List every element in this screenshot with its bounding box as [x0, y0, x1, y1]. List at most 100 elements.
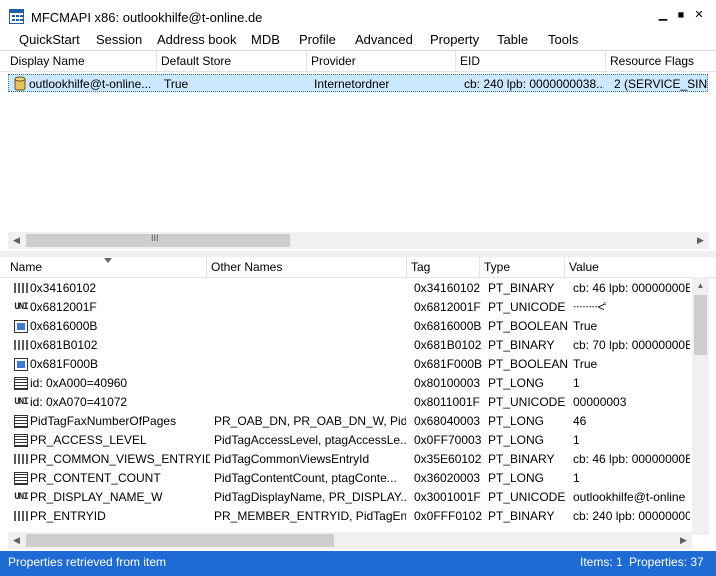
store-hscrollbar[interactable]: ◀ III ▶ [8, 232, 709, 249]
col-display-name[interactable]: Display Name [6, 51, 157, 71]
prop-name: 0x34160102 [30, 281, 97, 295]
prop-type: PT_LONG [488, 471, 545, 485]
prop-tag: 0x8011001F [414, 395, 480, 409]
property-hscrollbar[interactable]: ◀ ▶ [8, 532, 692, 549]
store-resource-flags: 2 (SERVICE_SINGL [614, 77, 707, 91]
prop-tag: 0x35E60102 [414, 452, 482, 466]
scroll-right-arrow-2[interactable]: ▶ [675, 532, 692, 549]
property-vscrollbar[interactable]: ▲ [692, 277, 709, 535]
unicode-type-icon: UNI [14, 302, 28, 312]
prop-type: PT_BINARY [488, 281, 555, 295]
col-resource-flags[interactable]: Resource Flags [606, 51, 716, 71]
col-default-store[interactable]: Default Store [157, 51, 307, 71]
table-row[interactable]: PR_ACCESS_LEVEL PidTagAccessLevel, ptagAc… [8, 431, 690, 450]
prop-name: 0x6812001F [30, 300, 97, 314]
scroll-left-arrow-2[interactable]: ◀ [8, 532, 25, 549]
table-row[interactable]: UNI 0x6812001F 0x6812001F PT_UNICODE ᐧᐧᐧᐧᐧᐧᐧ… [8, 298, 690, 317]
prop-value: True [573, 357, 598, 371]
binary-type-icon [14, 511, 28, 521]
menu-property[interactable]: Property [430, 32, 479, 47]
col-type[interactable]: Type [480, 257, 565, 277]
prop-tag: 0x36020003 [414, 471, 481, 485]
long-type-icon [14, 434, 28, 447]
prop-name: PR_CONTENT_COUNT [30, 471, 161, 485]
prop-type: PT_BOOLEAN [488, 357, 569, 371]
prop-tag: 0x0FF70003 [414, 433, 482, 447]
prop-type: PT_LONG [488, 376, 545, 390]
table-row[interactable]: 0x6816000B 0x6816000B PT_BOOLEAN True [8, 317, 690, 336]
scroll-left-arrow[interactable]: ◀ [8, 232, 25, 249]
prop-value: cb: 240 lpb: 0000000038 [573, 509, 690, 523]
scroll-thumb[interactable]: III [26, 233, 290, 247]
prop-value: cb: 46 lpb: 00000000E1 [573, 452, 690, 466]
binary-type-icon [14, 283, 28, 293]
menu-profile[interactable]: Profile [299, 32, 336, 47]
table-row[interactable]: PR_ENTRYID PR_MEMBER_ENTRYID, PidTagEnt..… [8, 507, 690, 526]
store-eid: cb: 240 lpb: 0000000038... [464, 77, 604, 91]
long-type-icon [14, 472, 28, 485]
menu-mdb[interactable]: MDB [251, 32, 280, 47]
scroll-right-arrow[interactable]: ▶ [692, 232, 709, 249]
prop-type: PT_BINARY [488, 452, 555, 466]
menu-session[interactable]: Session [96, 32, 142, 47]
status-bar: Properties retrieved from item Items: 1 … [0, 551, 716, 576]
col-provider[interactable]: Provider [307, 51, 456, 71]
long-type-icon [14, 377, 28, 390]
scroll-thumb-2[interactable] [26, 534, 334, 547]
table-row[interactable]: id: 0xA000=40960 0x80100003 PT_LONG 1 [8, 374, 690, 393]
vscroll-thumb[interactable] [694, 295, 707, 355]
prop-tag: 0x6816000B [414, 319, 482, 333]
maximize-button[interactable]: ◼ [674, 8, 688, 22]
boolean-type-icon [14, 320, 28, 333]
prop-value: ᐧᐧᐧᐧᐧᐧᐧᐧ˂ꜙ [573, 300, 605, 314]
prop-name: id: 0xA070=41072 [30, 395, 128, 409]
prop-other-names: PidTagDisplayName, PR_DISPLAY... [214, 490, 406, 504]
col-eid[interactable]: EID [456, 51, 606, 71]
prop-name: PR_DISPLAY_NAME_W [30, 490, 163, 504]
prop-value: cb: 46 lpb: 00000000E1 [573, 281, 690, 295]
table-row[interactable]: 0x681B0102 0x681B0102 PT_BINARY cb: 70 lpb:… [8, 336, 690, 355]
minimize-button[interactable]: ▁ [656, 8, 670, 22]
prop-name: PR_ENTRYID [30, 509, 106, 523]
boolean-type-icon [14, 358, 28, 371]
title-bar: MFCMAPI x86: outlookhilfe@t-online.de ▁ … [0, 0, 716, 30]
col-tag[interactable]: Tag [407, 257, 480, 277]
col-other-names[interactable]: Other Names [207, 257, 407, 277]
prop-name: PR_COMMON_VIEWS_ENTRYID [30, 452, 210, 466]
table-row[interactable]: PR_CONTENT_COUNT PidTagContentCount, ptag… [8, 469, 690, 488]
table-row[interactable]: UNI PR_DISPLAY_NAME_W PidTagDisplayName, P… [8, 488, 690, 507]
status-items: Items: 1 [580, 555, 623, 569]
prop-name: 0x6816000B [30, 319, 98, 333]
store-row[interactable]: outlookhilfe@t-online... True Internetor… [8, 74, 708, 92]
prop-other-names: PidTagCommonViewsEntryId [214, 452, 370, 466]
prop-type: PT_BINARY [488, 338, 555, 352]
prop-tag: 0x80100003 [414, 376, 481, 390]
status-message: Properties retrieved from item [8, 555, 167, 569]
prop-name: 0x681B0102 [30, 338, 98, 352]
prop-tag: 0x68040003 [414, 414, 481, 428]
menu-bar: QuickStart Session Address book MDB Prof… [0, 30, 716, 50]
table-row[interactable]: 0x34160102 0x34160102 PT_BINARY cb: 46 lpb:… [8, 279, 690, 298]
prop-name: 0x681F000B [30, 357, 99, 371]
close-button[interactable]: ✕ [692, 8, 706, 22]
menu-address-book[interactable]: Address book [157, 32, 237, 47]
prop-name: PR_ACCESS_LEVEL [30, 433, 147, 447]
menu-quickstart[interactable]: QuickStart [19, 32, 80, 47]
prop-tag: 0x0FFF0102 [414, 509, 483, 523]
menu-tools[interactable]: Tools [548, 32, 578, 47]
col-value[interactable]: Value [565, 257, 716, 277]
menu-advanced[interactable]: Advanced [355, 32, 413, 47]
window-title: MFCMAPI x86: outlookhilfe@t-online.de [31, 10, 263, 25]
scroll-up-arrow[interactable]: ▲ [692, 277, 709, 294]
prop-value: 1 [573, 433, 580, 447]
table-row[interactable]: 0x681F000B 0x681F000B PT_BOOLEAN True [8, 355, 690, 374]
table-row[interactable]: PR_COMMON_VIEWS_ENTRYID PidTagCommonViews… [8, 450, 690, 469]
table-row[interactable]: UNI id: 0xA070=41072 0x8011001F PT_UNICODE 0… [8, 393, 690, 412]
table-row[interactable]: PidTagFaxNumberOfPages PR_OAB_DN, PR_OAB_… [8, 412, 690, 431]
menu-table[interactable]: Table [497, 32, 528, 47]
prop-name: PidTagFaxNumberOfPages [30, 414, 177, 428]
status-properties: Properties: 37 [629, 555, 704, 569]
store-list-header: Display Name Default Store Provider EID … [0, 51, 716, 72]
long-type-icon [14, 415, 28, 428]
mailbox-store-icon [14, 76, 26, 91]
